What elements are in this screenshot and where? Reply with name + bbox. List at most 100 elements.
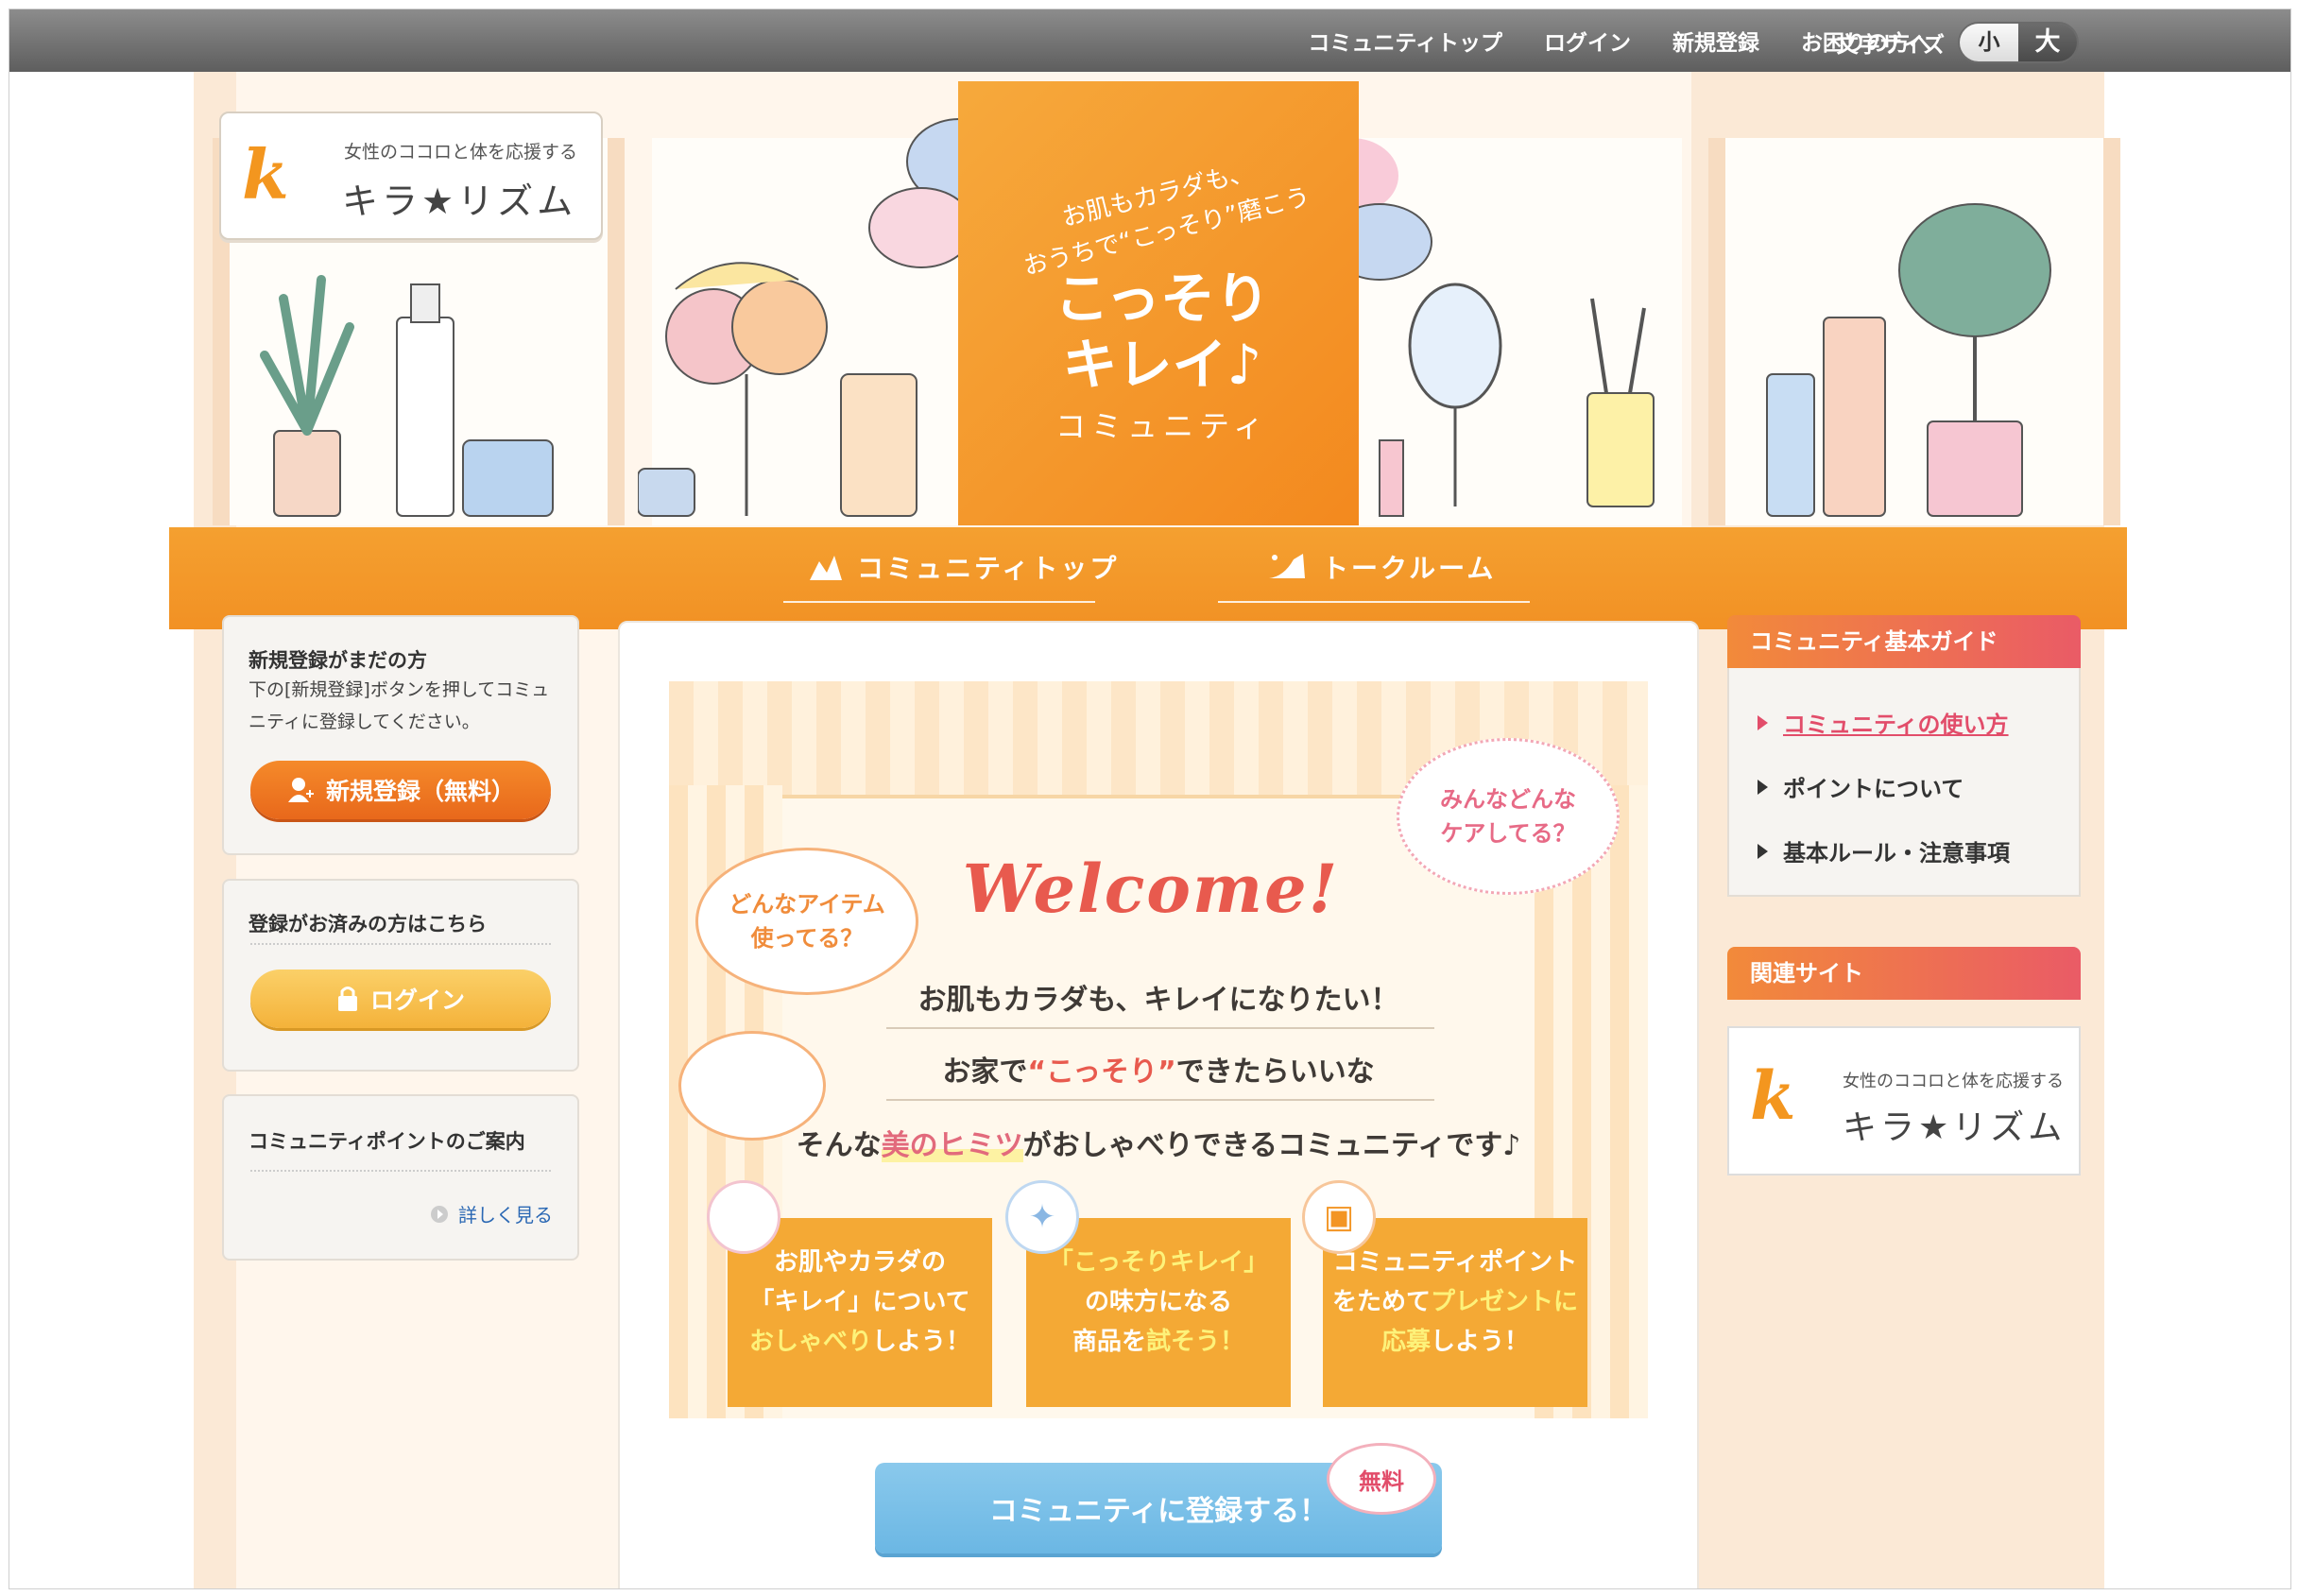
nav-talk-room-label: トークルーム xyxy=(1322,553,1497,584)
top-link-community-top[interactable]: コミュニティトップ xyxy=(1308,25,1502,57)
top-link-login[interactable]: ログイン xyxy=(1544,25,1631,57)
feature-chat-line1: お肌やカラダの xyxy=(773,1248,946,1277)
top-bar: コミュニティトップ ログイン 新規登録 お困りの方へ 文字サイズ 小 大 xyxy=(9,9,2290,72)
triangle-icon xyxy=(1758,843,1768,859)
nav-community-top-label: コミュニティトップ xyxy=(857,553,1120,584)
top-link-register[interactable]: 新規登録 xyxy=(1672,25,1759,57)
main-nav: コミュニティトップ トークルーム xyxy=(169,527,2127,629)
lock-icon xyxy=(337,987,357,1011)
points-card: コミュニティポイントのご案内 詳しく見る xyxy=(222,1094,579,1261)
guide-link-points[interactable]: ポイントについて xyxy=(1758,770,1964,803)
login-card-title: 登録がお済みの方はこちら xyxy=(249,913,487,935)
banner-title: こっそり キレイ♪ xyxy=(1002,266,1323,398)
feature-chat-highlight: おしゃべり xyxy=(748,1328,872,1356)
tagline-1-part-a: お肌もカラダも、キレイ xyxy=(917,984,1229,1017)
feature-points-highlight: プレゼントに xyxy=(1431,1288,1579,1316)
bubble-care-line1: みんなどんな xyxy=(1440,786,1576,813)
register-card-desc-line2: ニティに登録してください。 xyxy=(249,712,480,732)
register-card-title: 新規登録がまだの方 xyxy=(249,649,427,672)
tagline-3-part-b: がおしゃべりできるコミュニティです♪ xyxy=(1022,1129,1521,1162)
points-detail-link-label: 詳しく見る xyxy=(458,1204,553,1227)
site-logo[interactable]: k 女性のココロと体を応援する キラ★リズム xyxy=(219,112,603,240)
guide-link-rules[interactable]: 基本ルール・注意事項 xyxy=(1758,834,2010,867)
feature-points-apply: 応募 xyxy=(1381,1328,1431,1356)
feature-points-line1: コミュニティポイント xyxy=(1332,1248,1578,1277)
register-card-desc-line1: 下の[新規登録]ボタンを押してコミュ xyxy=(249,679,550,700)
guide-link-points-label: ポイントについて xyxy=(1783,776,1964,802)
tagline-1: お肌もカラダも、キレイになりたい！ xyxy=(669,976,1648,1018)
feature-products-line2: の味方になる xyxy=(1084,1288,1232,1316)
tagline-1-part-b: になりたい！ xyxy=(1228,984,1399,1017)
login-button[interactable]: ログイン xyxy=(250,970,551,1028)
banner-title-line2: キレイ♪ xyxy=(1062,333,1262,397)
bubble-items-line2: 使ってる？ xyxy=(750,925,864,952)
glass-slipper-icon xyxy=(1269,554,1305,578)
mirror-makeup-illustration xyxy=(1379,283,1655,517)
points-detail-link[interactable]: 詳しく見る xyxy=(430,1200,553,1227)
bubble-care-line2: ケアしてる？ xyxy=(1440,820,1576,847)
feature-products-line3: 商品を xyxy=(1072,1328,1146,1356)
divider xyxy=(886,1099,1434,1101)
register-card: 新規登録がまだの方 下の[新規登録]ボタンを押してコミュ ニティに登録してくださ… xyxy=(222,615,579,855)
logo-name: キラ★リズム xyxy=(342,180,577,222)
divider xyxy=(250,1170,551,1172)
banner-community-label: コミュニティ xyxy=(1055,408,1270,444)
login-card: 登録がお済みの方はこちら ログイン xyxy=(222,879,579,1072)
font-size-small-button[interactable]: 小 xyxy=(1960,24,2018,61)
font-size-toggle: 小 大 xyxy=(1958,22,2079,63)
tagline-3-highlight: 美のヒミツ xyxy=(881,1129,1023,1162)
related-site-banner[interactable]: k 女性のココロと体を応援する キラ★リズム xyxy=(1727,1026,2081,1176)
related-tagline: 女性のココロと体を応援する xyxy=(1843,1072,2064,1091)
related-name: キラ★リズム xyxy=(1843,1108,2066,1147)
community-top-icon xyxy=(810,556,842,580)
cosmetics-illustration xyxy=(396,283,554,517)
tagline-2: お家で“こっそり”できたらいいな xyxy=(669,1048,1648,1090)
register-button[interactable]: 新規登録（無料） xyxy=(250,761,551,819)
divider xyxy=(886,1027,1434,1029)
font-size-control: 文字サイズ 小 大 xyxy=(1837,22,2079,63)
speech-bubble-care: みんなどんな ケアしてる？ xyxy=(1397,738,1620,895)
guide-link-how-to-use-label: コミュニティの使い方 xyxy=(1783,712,2009,738)
related-heading: 関連サイト xyxy=(1727,947,2081,1000)
login-button-label: ログイン xyxy=(369,987,465,1014)
logo-tagline: 女性のココロと体を応援する xyxy=(344,142,578,163)
register-button-label: 新規登録（無料） xyxy=(325,778,515,805)
feature-box-products: ✦ 「こっそりキレイ」 の味方になる 商品を試そう！ xyxy=(1005,1180,1291,1407)
nav-ornament-right xyxy=(1218,601,1530,603)
tagline-3: そんな美のヒミツがおしゃべりできるコミュニティです♪ xyxy=(669,1122,1648,1163)
points-card-title: コミュニティポイントのご案内 xyxy=(249,1130,525,1153)
welcome-heading: Welcome! xyxy=(962,849,1340,928)
guide-link-how-to-use[interactable]: コミュニティの使い方 xyxy=(1758,706,2009,739)
add-user-icon xyxy=(287,778,314,802)
divider xyxy=(250,943,551,945)
page-frame: コミュニティトップ ログイン 新規登録 お困りの方へ 文字サイズ 小 大 k 女… xyxy=(9,9,2291,1589)
feature-products-highlight: 「こっそりキレイ」 xyxy=(1048,1248,1269,1277)
feature-points-line2: をためて xyxy=(1331,1288,1431,1316)
glass-slipper-icon: ✦ xyxy=(1005,1180,1079,1254)
feature-products-try: 試そう！ xyxy=(1146,1328,1245,1356)
nav-community-top[interactable]: コミュニティトップ xyxy=(808,548,1119,586)
free-badge: 無料 xyxy=(1327,1443,1436,1515)
plant-illustration xyxy=(260,275,354,517)
guide-link-rules-label: 基本ルール・注意事項 xyxy=(1783,840,2010,867)
triangle-icon xyxy=(1758,779,1768,795)
speech-bubble-items: どんなアイテム 使ってる？ xyxy=(695,848,918,995)
feature-chat-line3: しよう！ xyxy=(872,1328,971,1356)
tall-plant-illustration xyxy=(1766,203,2051,517)
guide-heading: コミュニティ基本ガイド xyxy=(1727,615,2081,668)
triangle-icon xyxy=(1758,714,1768,730)
arrow-circle-icon xyxy=(431,1205,448,1223)
banner-title-line1: こっそり xyxy=(1055,266,1270,331)
feature-box-chat: ♥ お肌やカラダの 「キレイ」について おしゃべりしよう！ xyxy=(707,1180,992,1407)
logo-mark-icon: k xyxy=(242,134,289,215)
gift-icon: ▣ xyxy=(1302,1180,1376,1254)
tagline-2-part-a: お家で xyxy=(942,1055,1028,1089)
font-size-large-button[interactable]: 大 xyxy=(2018,24,2077,61)
feature-box-points: ▣ コミュニティポイント をためてプレゼントに 応募しよう！ xyxy=(1302,1180,1587,1407)
feature-points-line3: しよう！ xyxy=(1431,1328,1530,1356)
feature-chat-line2: 「キレイ」について xyxy=(749,1288,970,1316)
main-content: どんなアイテム 使ってる？ みんなどんな ケアしてる？ Welcome! お肌もカラ… xyxy=(618,621,1699,1588)
nav-talk-room[interactable]: トークルーム xyxy=(1265,548,1496,586)
welcome-stage: どんなアイテム 使ってる？ みんなどんな ケアしてる？ Welcome! お肌もカラ… xyxy=(669,681,1648,1418)
logo-mark-icon: k xyxy=(1750,1056,1796,1135)
